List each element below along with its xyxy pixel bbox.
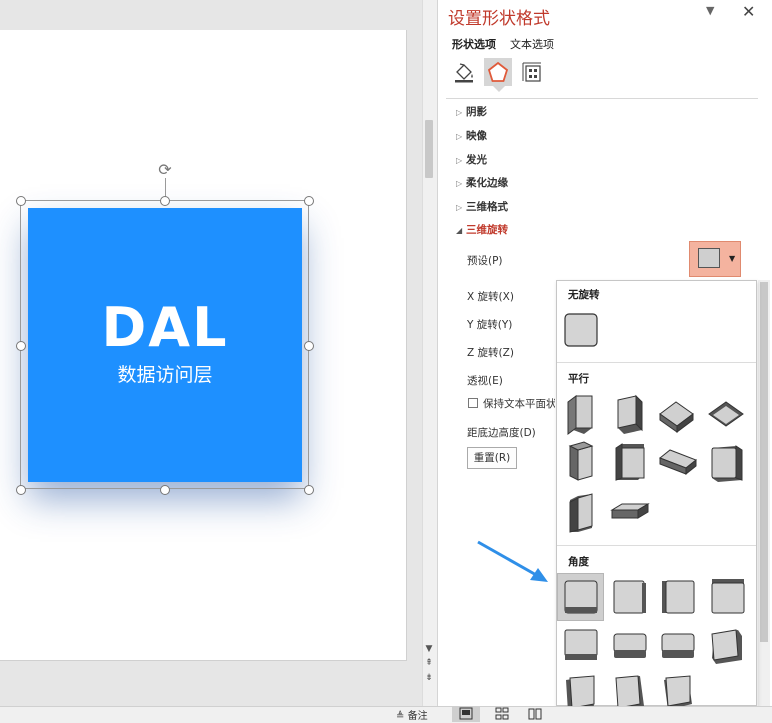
active-tab-caret (493, 86, 505, 92)
panel-options-icon[interactable]: ▼ (706, 4, 714, 17)
preset-parallel-7[interactable] (659, 449, 697, 476)
resize-handle-top[interactable] (160, 196, 170, 206)
annotation-arrow-icon (477, 540, 548, 582)
gallery-items[interactable] (556, 300, 756, 706)
notes-icon: ≜ (396, 711, 405, 722)
scroll-down-icon[interactable]: ▼ (423, 643, 435, 655)
expand-triangle-icon: ▷ (456, 108, 463, 117)
slide-sorter-icon[interactable] (495, 707, 509, 720)
fill-line-icon[interactable] (452, 60, 476, 84)
panel-title: 设置形状格式 (448, 9, 550, 29)
expand-triangle-icon: ▷ (456, 132, 463, 141)
status-bar (0, 706, 772, 723)
selection-box (20, 200, 309, 489)
preset-parallel-2[interactable] (617, 394, 643, 434)
section-shadow[interactable]: ▷ 阴影 (456, 104, 487, 119)
preset-preview-icon (698, 248, 720, 268)
preset-label: 预设(P) (467, 255, 503, 267)
keep-text-flat-checkbox[interactable] (468, 398, 478, 408)
expand-triangle-icon: ▷ (456, 179, 463, 188)
section-soft-edges[interactable]: ▷ 柔化边缘 (456, 175, 508, 190)
tab-shape-options[interactable]: 形状选项 (452, 36, 496, 52)
section-3d-format[interactable]: ▷ 三维格式 (456, 199, 508, 214)
resize-handle-bottom-left[interactable] (16, 485, 26, 495)
panel-scrollbar-thumb[interactable] (760, 282, 768, 642)
slide-scrollbar-thumb[interactable] (425, 120, 433, 178)
preset-parallel-1[interactable] (567, 395, 593, 435)
distance-label: 距底边高度(D) (467, 427, 536, 439)
preset-parallel-8[interactable] (711, 445, 743, 482)
collapse-triangle-icon: ◢ (456, 226, 463, 235)
preset-parallel-4[interactable] (708, 401, 744, 427)
panel-divider (446, 98, 758, 99)
perspective-label: 透视(E) (467, 375, 503, 387)
preset-angle-1[interactable] (564, 580, 598, 614)
notes-button[interactable]: ≜ 备注 (396, 707, 428, 722)
preset-angle-6[interactable] (613, 633, 647, 658)
preset-angle-5[interactable] (564, 629, 598, 660)
normal-view-icon[interactable] (459, 707, 473, 720)
section-3d-rotation[interactable]: ◢ 三维旋转 (456, 222, 508, 237)
resize-handle-bottom-right[interactable] (304, 485, 314, 495)
preset-parallel-10[interactable] (610, 503, 650, 519)
preset-angle-10[interactable] (615, 675, 644, 706)
preset-angle-7[interactable] (661, 633, 695, 658)
close-icon[interactable]: ✕ (742, 2, 755, 21)
preset-parallel-5[interactable] (568, 441, 594, 481)
resize-handle-right[interactable] (304, 341, 314, 351)
preset-angle-9[interactable] (566, 675, 595, 706)
preset-angle-3[interactable] (662, 580, 695, 614)
resize-handle-bottom[interactable] (160, 485, 170, 495)
slide-scrollbar[interactable] (422, 0, 437, 706)
prev-slide-icon[interactable]: ⇞ (423, 657, 435, 669)
reset-button[interactable]: 重置(R) (467, 447, 517, 469)
resize-handle-top-left[interactable] (16, 196, 26, 206)
expand-triangle-icon: ▷ (456, 156, 463, 165)
y-rotation-label: Y 旋转(Y) (467, 319, 513, 331)
resize-handle-top-right[interactable] (304, 196, 314, 206)
chevron-down-icon: ▼ (729, 254, 736, 263)
expand-triangle-icon: ▷ (456, 203, 463, 212)
size-properties-icon[interactable] (520, 60, 544, 84)
preset-angle-4[interactable] (711, 579, 745, 614)
preset-angle-2[interactable] (613, 580, 646, 614)
next-slide-icon[interactable]: ⇟ (423, 672, 435, 684)
section-glow[interactable]: ▷ 发光 (456, 152, 487, 167)
keep-text-flat-label: 保持文本平面状 (483, 398, 555, 410)
preset-angle-11[interactable] (664, 675, 692, 706)
preset-angle-8[interactable] (711, 629, 742, 664)
z-rotation-label: Z 旋转(Z) (467, 347, 514, 359)
resize-handle-left[interactable] (16, 341, 26, 351)
preset-parallel-3[interactable] (659, 401, 694, 433)
preset-parallel-9[interactable] (569, 493, 593, 533)
x-rotation-label: X 旋转(X) (467, 291, 514, 303)
preset-parallel-6[interactable] (615, 443, 645, 481)
section-reflection[interactable]: ▷ 映像 (456, 128, 487, 143)
tab-text-options[interactable]: 文本选项 (510, 36, 554, 52)
preset-no-rotation[interactable] (564, 313, 598, 347)
reading-view-icon[interactable] (528, 707, 542, 720)
effects-pentagon-icon[interactable] (486, 60, 510, 84)
rotate-handle-icon[interactable]: ⟳ (156, 161, 174, 179)
